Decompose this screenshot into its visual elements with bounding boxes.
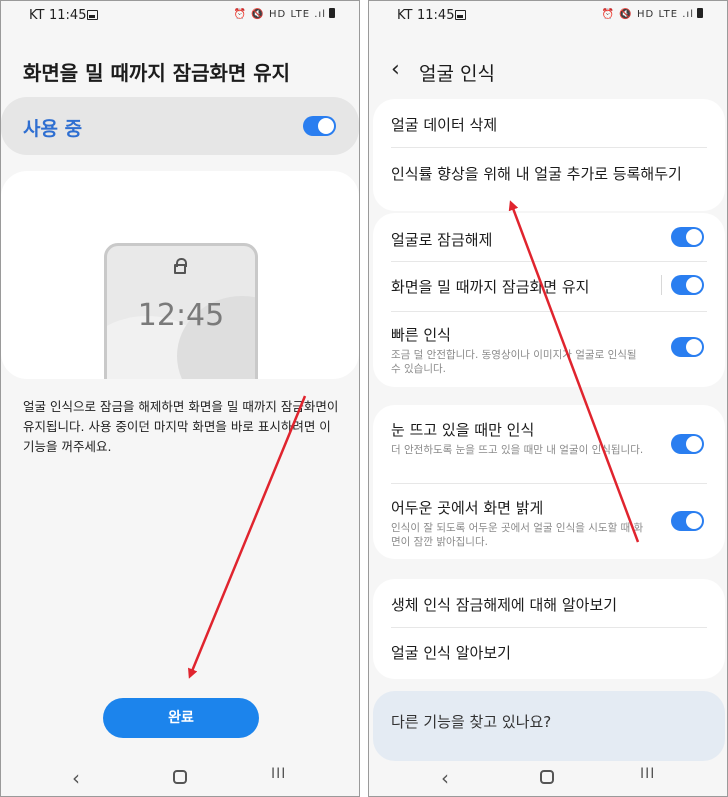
illustration-card: 12:45: [1, 171, 359, 379]
main-switch-toggle[interactable]: [303, 116, 336, 136]
page-title: 얼굴 인식: [419, 63, 495, 85]
status-time: 11:45: [49, 8, 87, 23]
status-network: LTE: [658, 9, 679, 20]
row-label: 얼굴로 잠금해제: [391, 231, 493, 249]
row-label: 인식률 향상을 위해 내 얼굴 추가로 등록해두기: [391, 165, 682, 183]
divider: [391, 311, 707, 312]
left-phone-screen: KT 11:45 ⏰ 🔇 HD LTE .ıl 화면을 밀 때까지 잠금화면 유…: [0, 0, 360, 797]
status-carrier: KT: [397, 8, 413, 23]
toggle-knob: [686, 229, 702, 245]
screenshot-canvas: KT 11:45 ⏰ 🔇 HD LTE .ıl 화면을 밀 때까지 잠금화면 유…: [0, 0, 728, 797]
navigation-bar: ‹ III: [369, 756, 727, 796]
help-card: 다른 기능을 찾고 있나요?: [373, 691, 725, 761]
list-item-stay-on-lock-screen[interactable]: 화면을 밀 때까지 잠금화면 유지: [391, 276, 707, 297]
recents-icon[interactable]: III: [271, 766, 286, 782]
page-title: 화면을 밀 때까지 잠금화면 유지: [23, 61, 291, 85]
faster-recognition-toggle[interactable]: [671, 337, 704, 357]
list-item-about-face-recognition[interactable]: 얼굴 인식 알아보기: [391, 642, 707, 663]
list-item-about-biometrics[interactable]: 생체 인식 잠금해제에 대해 알아보기: [391, 594, 707, 615]
back-arrow-icon[interactable]: ‹: [441, 766, 449, 790]
list-item-eyes-open[interactable]: 눈 뜨고 있을 때만 인식 더 안전하도록 눈을 뜨고 있을 때만 내 얼굴이 …: [391, 419, 707, 457]
right-phone-screen: KT 11:45 ⏰ 🔇 HD LTE .ıl ‹ 얼굴 인식 얼굴 데이터 삭…: [368, 0, 728, 797]
navigation-bar: ‹ III: [1, 756, 359, 796]
battery-icon: [329, 8, 335, 18]
list-item-delete-face-data[interactable]: 얼굴 데이터 삭제: [391, 114, 707, 135]
status-bar: KT 11:45 ⏰ 🔇 HD LTE .ıl: [369, 1, 727, 31]
row-description: 더 안전하도록 눈을 뜨고 있을 때만 내 얼굴이 인식됩니다.: [391, 444, 644, 456]
gallery-icon: [87, 10, 98, 20]
row-label: 눈 뜨고 있을 때만 인식: [391, 421, 535, 439]
main-switch-card[interactable]: 사용 중: [1, 97, 359, 155]
settings-card-security: 눈 뜨고 있을 때만 인식 더 안전하도록 눈을 뜨고 있을 때만 내 얼굴이 …: [373, 405, 725, 559]
home-icon[interactable]: [540, 770, 554, 784]
status-carrier: KT: [29, 8, 45, 23]
divider: [391, 147, 707, 148]
settings-card-learn: 생체 인식 잠금해제에 대해 알아보기 얼굴 인식 알아보기: [373, 579, 725, 679]
toggle-knob: [686, 277, 702, 293]
divider: [391, 261, 707, 262]
toggle-knob: [686, 436, 702, 452]
row-label: 화면을 밀 때까지 잠금화면 유지: [391, 278, 590, 296]
row-description: 인식이 잘 되도록 어두운 곳에서 얼굴 인식을 시도할 때 화면이 잠깐 밝아…: [391, 522, 644, 548]
toggle-knob: [318, 118, 334, 134]
settings-card-unlock: 얼굴로 잠금해제 화면을 밀 때까지 잠금화면 유지 빠른 인식 조금 덜 안전…: [373, 213, 725, 387]
eyes-open-toggle[interactable]: [671, 434, 704, 454]
toggle-knob: [686, 513, 702, 529]
main-switch-label: 사용 중: [23, 118, 83, 140]
list-item-add-alternative-look[interactable]: 인식률 향상을 위해 내 얼굴 추가로 등록해두기: [391, 163, 707, 184]
settings-card-data: 얼굴 데이터 삭제 인식률 향상을 위해 내 얼굴 추가로 등록해두기: [373, 99, 725, 211]
divider: [391, 627, 707, 628]
status-bar: KT 11:45 ⏰ 🔇 HD LTE .ıl: [1, 1, 359, 31]
home-icon[interactable]: [173, 770, 187, 784]
row-label: 얼굴 데이터 삭제: [391, 116, 498, 134]
row-description: 조금 덜 안전합니다. 동영상이나 이미지가 얼굴로 인식될 수 있습니다.: [391, 349, 637, 375]
lock-icon: [174, 258, 187, 274]
phone-illustration: 12:45: [104, 243, 258, 379]
status-right-icons: ⏰ 🔇 HD LTE .ıl: [602, 8, 703, 20]
face-unlock-toggle[interactable]: [671, 227, 704, 247]
list-item-face-unlock[interactable]: 얼굴로 잠금해제: [391, 229, 707, 250]
brighten-screen-toggle[interactable]: [671, 511, 704, 531]
help-title: 다른 기능을 찾고 있나요?: [391, 713, 552, 731]
toggle-knob: [686, 339, 702, 355]
battery-icon: [697, 8, 703, 18]
status-network: LTE: [290, 9, 311, 20]
list-item-faster-recognition[interactable]: 빠른 인식 조금 덜 안전합니다. 동영상이나 이미지가 얼굴로 인식될 수 있…: [391, 324, 707, 376]
list-item-brighten-screen[interactable]: 어두운 곳에서 화면 밝게 인식이 잘 되도록 어두운 곳에서 얼굴 인식을 시…: [391, 497, 707, 549]
gallery-icon: [455, 10, 466, 20]
row-label: 생체 인식 잠금해제에 대해 알아보기: [391, 596, 618, 614]
vertical-divider: [661, 275, 662, 295]
recents-icon[interactable]: III: [640, 766, 655, 782]
divider: [391, 483, 707, 484]
back-arrow-icon[interactable]: ‹: [391, 57, 400, 82]
row-label: 어두운 곳에서 화면 밝게: [391, 499, 544, 517]
status-time: 11:45: [417, 8, 455, 23]
illustration-clock: 12:45: [137, 298, 225, 333]
row-label: 빠른 인식: [391, 326, 451, 344]
row-label: 얼굴 인식 알아보기: [391, 644, 511, 662]
back-arrow-icon[interactable]: ‹: [72, 766, 80, 790]
stay-on-lock-screen-toggle[interactable]: [671, 275, 704, 295]
status-right-icons: ⏰ 🔇 HD LTE .ıl: [234, 8, 335, 20]
done-button[interactable]: 완료: [103, 698, 259, 738]
description-text: 얼굴 인식으로 잠금을 해제하면 화면을 밀 때까지 잠금화면이 유지됩니다. …: [23, 399, 339, 454]
